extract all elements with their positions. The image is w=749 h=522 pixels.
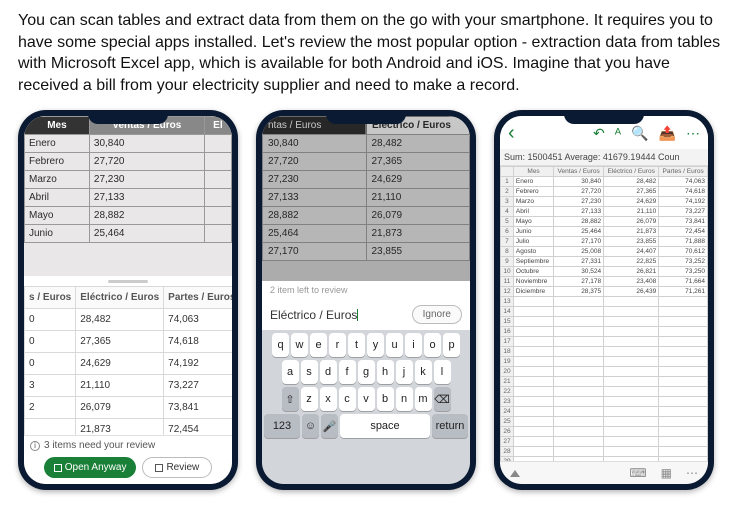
scanned-preview: MesVentas / EurosElEnero30,840Febrero27,… [24,116,232,276]
key-r[interactable]: r [329,333,346,357]
phone-2: ntas / Euros Eléctrico / Euros 30,84028,… [256,110,476,490]
toolbar-icon[interactable]: ↶ [593,125,605,142]
open-anyway-button[interactable]: Open Anyway [44,457,137,478]
phone-1: MesVentas / EurosElEnero30,840Febrero27,… [18,110,238,490]
drag-handle[interactable] [24,276,232,286]
keyboard-icon[interactable]: ⌨ [629,466,646,480]
key-m[interactable]: m [415,387,432,411]
key-h[interactable]: h [377,360,394,384]
items-left-message: 2 item left to review [262,281,470,299]
key-☺[interactable]: ☺ [302,414,319,438]
phone-row: MesVentas / EurosElEnero30,840Febrero27,… [18,110,731,490]
extracted-grid[interactable]: s / EurosEléctrico / EurosPartes / Euros… [24,286,232,435]
key-y[interactable]: y [367,333,384,357]
phone-notch [88,110,168,124]
key-q[interactable]: q [272,333,289,357]
key-o[interactable]: o [424,333,441,357]
status-sum-bar: Sum: 1500451 Average: 41679.19444 Coun [500,149,708,166]
key-🎤[interactable]: 🎤 [321,414,338,438]
toolbar-icon[interactable]: ⋯ [686,125,700,142]
review-button[interactable]: Review [142,457,212,478]
key-z[interactable]: z [301,387,318,411]
key-t[interactable]: t [348,333,365,357]
key-k[interactable]: k [415,360,432,384]
key-f[interactable]: f [339,360,356,384]
key-123[interactable]: 123 [264,414,300,438]
key-s[interactable]: s [301,360,318,384]
key-p[interactable]: p [443,333,460,357]
ignore-button[interactable]: Ignore [412,305,462,324]
keyboard[interactable]: qwertyuiop asdfghjkl ⇧zxcvbnm⌫ 123☺🎤spacere… [262,330,470,484]
key-⇧[interactable]: ⇧ [282,387,299,411]
key-a[interactable]: a [282,360,299,384]
key-c[interactable]: c [339,387,356,411]
back-icon[interactable]: ‹ [508,122,515,145]
key-v[interactable]: v [358,387,375,411]
intro-text: You can scan tables and extract data fro… [18,10,731,96]
key-u[interactable]: u [386,333,403,357]
key-⌫[interactable]: ⌫ [434,387,451,411]
key-return[interactable]: return [432,414,468,438]
key-d[interactable]: d [320,360,337,384]
key-space[interactable]: space [340,414,430,438]
key-w[interactable]: w [291,333,308,357]
key-g[interactable]: g [358,360,375,384]
edit-field[interactable]: Eléctrico / Euros [270,306,358,324]
scanned-preview: ntas / Euros Eléctrico / Euros 30,84028,… [262,116,470,281]
toolbar-icon[interactable]: ᴬ [615,125,621,142]
key-b[interactable]: b [377,387,394,411]
phone-3: ‹ ↶ ᴬ 🔍 📤 ⋯ Sum: 1500451 Average: 41679.1944… [494,110,714,490]
key-n[interactable]: n [396,387,413,411]
excel-bottom-bar: ⌨ ▦ ⋯ [500,461,708,484]
key-e[interactable]: e [310,333,327,357]
grid-icon[interactable]: ▦ [661,466,672,480]
toolbar-icon[interactable]: 📤 [659,125,676,142]
toolbar-icon[interactable]: 🔍 [631,125,648,142]
phone-notch [326,110,406,124]
key-x[interactable]: x [320,387,337,411]
key-l[interactable]: l [434,360,451,384]
review-message: i 3 items need your review [30,440,226,451]
phone-notch [564,110,644,124]
key-i[interactable]: i [405,333,422,357]
more-icon[interactable]: ⋯ [686,466,698,480]
sheet-tab[interactable] [510,466,524,480]
key-j[interactable]: j [396,360,413,384]
spreadsheet[interactable]: MesVentas / EurosEléctrico / EurosPartes… [500,166,708,461]
